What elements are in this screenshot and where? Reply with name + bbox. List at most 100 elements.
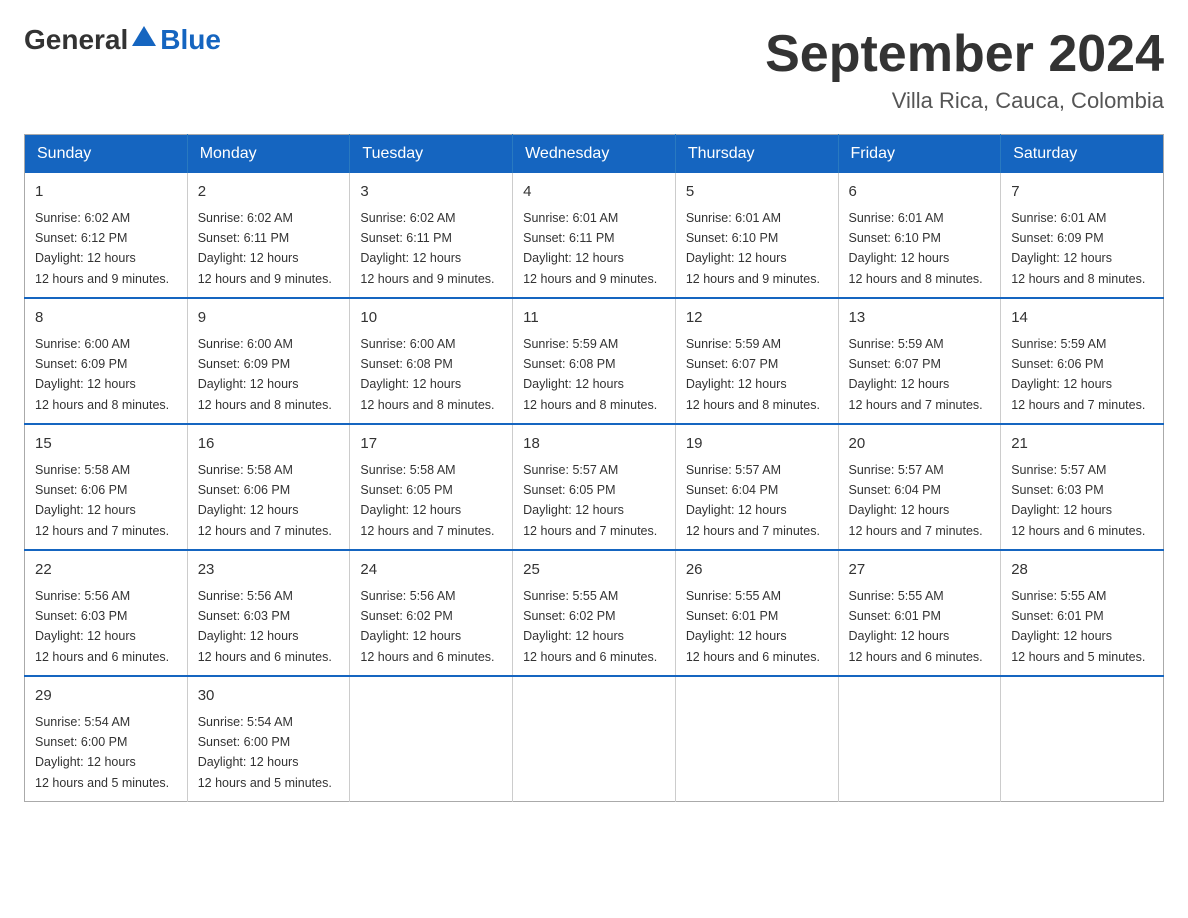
day-number: 3 [360, 181, 502, 204]
day-number: 19 [686, 433, 828, 456]
title-section: September 2024 Villa Rica, Cauca, Colomb… [765, 24, 1164, 114]
calendar-cell: 20 Sunrise: 5:57 AMSunset: 6:04 PMDaylig… [838, 424, 1001, 550]
day-info: Sunrise: 5:54 AMSunset: 6:00 PMDaylight:… [35, 715, 169, 790]
calendar-cell: 17 Sunrise: 5:58 AMSunset: 6:05 PMDaylig… [350, 424, 513, 550]
day-info: Sunrise: 5:55 AMSunset: 6:02 PMDaylight:… [523, 589, 657, 664]
calendar-cell: 26 Sunrise: 5:55 AMSunset: 6:01 PMDaylig… [675, 550, 838, 676]
calendar-title: September 2024 [765, 24, 1164, 84]
calendar-cell: 14 Sunrise: 5:59 AMSunset: 6:06 PMDaylig… [1001, 298, 1164, 424]
calendar-cell: 19 Sunrise: 5:57 AMSunset: 6:04 PMDaylig… [675, 424, 838, 550]
day-number: 25 [523, 559, 665, 582]
day-info: Sunrise: 6:00 AMSunset: 6:08 PMDaylight:… [360, 337, 494, 412]
calendar-cell: 7 Sunrise: 6:01 AMSunset: 6:09 PMDayligh… [1001, 173, 1164, 298]
day-number: 9 [198, 307, 340, 330]
day-number: 10 [360, 307, 502, 330]
day-info: Sunrise: 5:59 AMSunset: 6:07 PMDaylight:… [849, 337, 983, 412]
calendar-table: SundayMondayTuesdayWednesdayThursdayFrid… [24, 134, 1164, 802]
day-number: 22 [35, 559, 177, 582]
page-header: General Blue September 2024 Villa Rica, … [24, 24, 1164, 114]
calendar-cell: 21 Sunrise: 5:57 AMSunset: 6:03 PMDaylig… [1001, 424, 1164, 550]
day-info: Sunrise: 5:54 AMSunset: 6:00 PMDaylight:… [198, 715, 332, 790]
calendar-cell: 15 Sunrise: 5:58 AMSunset: 6:06 PMDaylig… [25, 424, 188, 550]
day-number: 17 [360, 433, 502, 456]
day-info: Sunrise: 5:57 AMSunset: 6:05 PMDaylight:… [523, 463, 657, 538]
day-number: 5 [686, 181, 828, 204]
calendar-cell: 1 Sunrise: 6:02 AMSunset: 6:12 PMDayligh… [25, 173, 188, 298]
calendar-cell: 23 Sunrise: 5:56 AMSunset: 6:03 PMDaylig… [187, 550, 350, 676]
day-info: Sunrise: 5:58 AMSunset: 6:05 PMDaylight:… [360, 463, 494, 538]
day-number: 12 [686, 307, 828, 330]
day-info: Sunrise: 5:58 AMSunset: 6:06 PMDaylight:… [35, 463, 169, 538]
week-row-4: 22 Sunrise: 5:56 AMSunset: 6:03 PMDaylig… [25, 550, 1164, 676]
calendar-cell: 11 Sunrise: 5:59 AMSunset: 6:08 PMDaylig… [513, 298, 676, 424]
calendar-cell: 6 Sunrise: 6:01 AMSunset: 6:10 PMDayligh… [838, 173, 1001, 298]
logo-blue-text: Blue [160, 24, 221, 56]
day-info: Sunrise: 5:56 AMSunset: 6:02 PMDaylight:… [360, 589, 494, 664]
calendar-cell [675, 676, 838, 802]
calendar-cell: 5 Sunrise: 6:01 AMSunset: 6:10 PMDayligh… [675, 173, 838, 298]
day-info: Sunrise: 5:55 AMSunset: 6:01 PMDaylight:… [849, 589, 983, 664]
day-number: 2 [198, 181, 340, 204]
day-number: 16 [198, 433, 340, 456]
day-info: Sunrise: 5:57 AMSunset: 6:04 PMDaylight:… [686, 463, 820, 538]
day-info: Sunrise: 6:00 AMSunset: 6:09 PMDaylight:… [198, 337, 332, 412]
column-header-monday: Monday [187, 135, 350, 174]
calendar-cell: 22 Sunrise: 5:56 AMSunset: 6:03 PMDaylig… [25, 550, 188, 676]
calendar-cell: 30 Sunrise: 5:54 AMSunset: 6:00 PMDaylig… [187, 676, 350, 802]
week-row-1: 1 Sunrise: 6:02 AMSunset: 6:12 PMDayligh… [25, 173, 1164, 298]
day-info: Sunrise: 5:59 AMSunset: 6:06 PMDaylight:… [1011, 337, 1145, 412]
calendar-cell: 24 Sunrise: 5:56 AMSunset: 6:02 PMDaylig… [350, 550, 513, 676]
day-number: 28 [1011, 559, 1153, 582]
column-header-friday: Friday [838, 135, 1001, 174]
column-header-sunday: Sunday [25, 135, 188, 174]
calendar-cell: 4 Sunrise: 6:01 AMSunset: 6:11 PMDayligh… [513, 173, 676, 298]
day-info: Sunrise: 5:59 AMSunset: 6:07 PMDaylight:… [686, 337, 820, 412]
day-number: 29 [35, 685, 177, 708]
day-info: Sunrise: 5:57 AMSunset: 6:03 PMDaylight:… [1011, 463, 1145, 538]
day-number: 11 [523, 307, 665, 330]
day-number: 1 [35, 181, 177, 204]
calendar-cell: 29 Sunrise: 5:54 AMSunset: 6:00 PMDaylig… [25, 676, 188, 802]
day-number: 30 [198, 685, 340, 708]
calendar-cell: 27 Sunrise: 5:55 AMSunset: 6:01 PMDaylig… [838, 550, 1001, 676]
day-number: 6 [849, 181, 991, 204]
day-number: 13 [849, 307, 991, 330]
calendar-subtitle: Villa Rica, Cauca, Colombia [765, 88, 1164, 114]
logo: General Blue [24, 24, 221, 56]
day-number: 8 [35, 307, 177, 330]
calendar-cell: 8 Sunrise: 6:00 AMSunset: 6:09 PMDayligh… [25, 298, 188, 424]
day-number: 20 [849, 433, 991, 456]
calendar-cell: 3 Sunrise: 6:02 AMSunset: 6:11 PMDayligh… [350, 173, 513, 298]
calendar-cell: 2 Sunrise: 6:02 AMSunset: 6:11 PMDayligh… [187, 173, 350, 298]
logo-general-text: General [24, 24, 128, 56]
day-info: Sunrise: 6:01 AMSunset: 6:11 PMDaylight:… [523, 211, 657, 286]
day-info: Sunrise: 6:00 AMSunset: 6:09 PMDaylight:… [35, 337, 169, 412]
calendar-cell [1001, 676, 1164, 802]
day-info: Sunrise: 5:57 AMSunset: 6:04 PMDaylight:… [849, 463, 983, 538]
day-info: Sunrise: 6:01 AMSunset: 6:09 PMDaylight:… [1011, 211, 1145, 286]
calendar-cell: 12 Sunrise: 5:59 AMSunset: 6:07 PMDaylig… [675, 298, 838, 424]
day-info: Sunrise: 5:58 AMSunset: 6:06 PMDaylight:… [198, 463, 332, 538]
calendar-cell [513, 676, 676, 802]
calendar-cell: 28 Sunrise: 5:55 AMSunset: 6:01 PMDaylig… [1001, 550, 1164, 676]
day-number: 4 [523, 181, 665, 204]
day-info: Sunrise: 6:01 AMSunset: 6:10 PMDaylight:… [686, 211, 820, 286]
calendar-cell: 25 Sunrise: 5:55 AMSunset: 6:02 PMDaylig… [513, 550, 676, 676]
day-number: 21 [1011, 433, 1153, 456]
calendar-cell: 16 Sunrise: 5:58 AMSunset: 6:06 PMDaylig… [187, 424, 350, 550]
day-info: Sunrise: 5:55 AMSunset: 6:01 PMDaylight:… [1011, 589, 1145, 664]
day-info: Sunrise: 5:59 AMSunset: 6:08 PMDaylight:… [523, 337, 657, 412]
day-number: 23 [198, 559, 340, 582]
week-row-2: 8 Sunrise: 6:00 AMSunset: 6:09 PMDayligh… [25, 298, 1164, 424]
header-row: SundayMondayTuesdayWednesdayThursdayFrid… [25, 135, 1164, 174]
week-row-3: 15 Sunrise: 5:58 AMSunset: 6:06 PMDaylig… [25, 424, 1164, 550]
week-row-5: 29 Sunrise: 5:54 AMSunset: 6:00 PMDaylig… [25, 676, 1164, 802]
day-number: 26 [686, 559, 828, 582]
column-header-saturday: Saturday [1001, 135, 1164, 174]
calendar-cell: 18 Sunrise: 5:57 AMSunset: 6:05 PMDaylig… [513, 424, 676, 550]
column-header-thursday: Thursday [675, 135, 838, 174]
day-number: 24 [360, 559, 502, 582]
day-info: Sunrise: 6:02 AMSunset: 6:11 PMDaylight:… [198, 211, 332, 286]
day-number: 15 [35, 433, 177, 456]
day-number: 27 [849, 559, 991, 582]
